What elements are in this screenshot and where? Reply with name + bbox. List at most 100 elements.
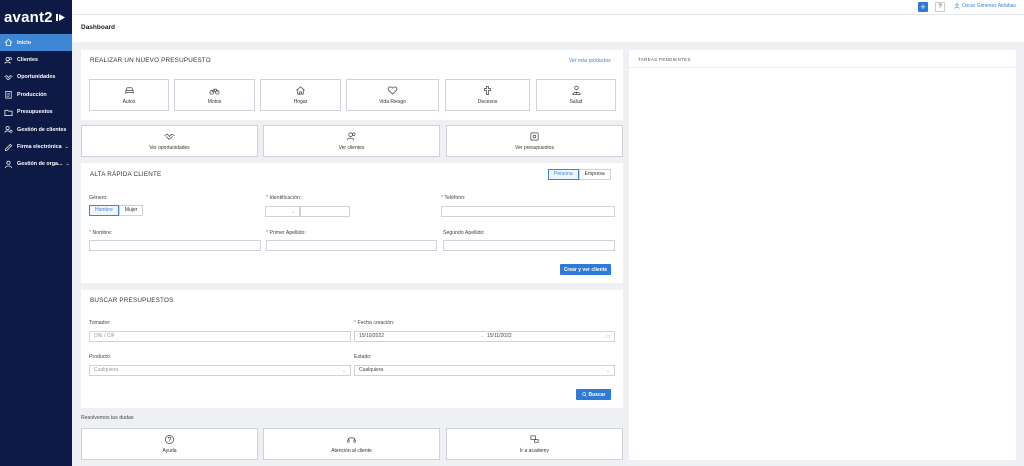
calendar-icon: ▭	[605, 334, 610, 340]
surname1-label: * Primer Apellido:	[266, 230, 306, 236]
quick-link-label: Ver presupuestos	[515, 145, 554, 151]
brand-logo[interactable]: avant2	[0, 0, 72, 34]
cross-icon	[483, 86, 492, 95]
academy-tile[interactable]: Ir a academy	[446, 428, 623, 460]
help-icon	[165, 435, 174, 444]
gender-mujer[interactable]: Mujer	[118, 205, 144, 216]
brand-mark-icon	[55, 9, 65, 26]
sidebar-item-label: Inicio	[17, 39, 32, 46]
identification-input[interactable]	[300, 206, 350, 217]
state-select[interactable]: Cualquiera ⌄	[354, 365, 615, 376]
identification-type-select[interactable]: ⌄	[265, 206, 300, 217]
sidebar-item-gestion-orga[interactable]: Gestión de orga... ⌄	[0, 156, 72, 173]
doubts-item-label: Atención al cliente	[331, 448, 372, 454]
chevron-down-icon: ⌄	[605, 368, 610, 374]
customer-service-tile[interactable]: Atención al cliente	[263, 428, 440, 460]
chevron-down-icon: ⌄	[64, 144, 69, 151]
date-range-input[interactable]: 15/10/2022 → 15/11/2022 ▭	[354, 331, 615, 342]
date-separator: →	[479, 333, 484, 339]
product-tile-autos[interactable]: Autos	[89, 79, 169, 111]
name-label: * Nombre:	[89, 230, 113, 236]
phone-label: * Teléfono:	[441, 195, 466, 201]
product-label: Vida Riesgo	[379, 99, 406, 105]
state-select-value: Cualquiera	[359, 367, 384, 373]
home-icon	[4, 38, 13, 47]
chevron-down-icon: ⌄	[65, 161, 70, 168]
sidebar-item-firma-electronica[interactable]: Firma electrónica ⌄	[0, 138, 72, 155]
view-clients-button[interactable]: Ver clientes	[263, 125, 440, 157]
sidebar-item-produccion[interactable]: Producción	[0, 86, 72, 103]
name-input[interactable]	[89, 240, 261, 251]
surname1-input[interactable]	[266, 240, 437, 251]
handshake-icon	[4, 75, 13, 81]
identification-label: * Identificación:	[266, 195, 302, 201]
view-opportunities-button[interactable]: Ver oportunidades	[81, 125, 258, 157]
client-type-persona[interactable]: Persona	[548, 169, 579, 180]
product-tile-motos[interactable]: Motos	[174, 79, 255, 111]
product-tile-vida-riesgo[interactable]: Vida Riesgo	[346, 79, 439, 111]
sidebar-item-gestion-clientes[interactable]: Gestión de clientes	[0, 121, 72, 138]
gender-hombre[interactable]: Hombre	[89, 205, 119, 216]
tomador-input[interactable]: DNI / CIF	[89, 331, 351, 342]
bike-icon	[209, 88, 220, 95]
tomador-label: Tomador:	[89, 320, 111, 326]
help-button[interactable]: ?	[935, 2, 945, 12]
more-products-link[interactable]: Ver más productos	[569, 58, 611, 64]
search-button[interactable]: Buscar	[576, 389, 611, 400]
product-label: Decesos	[477, 99, 498, 105]
sidebar-item-label: Producción	[17, 91, 47, 98]
handshake-icon	[164, 133, 175, 140]
client-type-empresa[interactable]: Empresa	[578, 169, 611, 180]
surname2-input[interactable]	[443, 240, 615, 251]
search-quotes-card: BUSCAR PRESUPUESTOS Tomador: DNI / CIF *…	[81, 290, 623, 408]
document-icon	[530, 132, 539, 141]
chevron-down-icon: ⌄	[341, 368, 346, 374]
surname2-label: Segundo Apellido:	[443, 230, 485, 236]
add-button[interactable]: +	[918, 2, 928, 12]
pending-tasks-panel: TAREAS PENDIENTES	[629, 50, 1016, 460]
sidebar-item-label: Oportunidades	[17, 74, 56, 81]
gender-label: Género:	[89, 195, 108, 201]
product-tile-decesos[interactable]: Decesos	[445, 79, 530, 111]
user-menu[interactable]: Oscar Gimenez Aldabas	[954, 3, 1016, 9]
sidebar-item-oportunidades[interactable]: Oportunidades	[0, 69, 72, 86]
sidebar-item-presupuestos[interactable]: Presupuestos	[0, 104, 72, 121]
new-quote-title: REALIZAR UN NUEVO PRESUPUESTO	[90, 57, 211, 64]
sidebar-item-label: Firma electrónica	[17, 144, 62, 151]
page-header: Dashboard	[72, 15, 1024, 42]
quick-link-label: Ver clientes	[338, 145, 365, 151]
search-icon	[581, 392, 587, 397]
date-label: * Fecha creación:	[354, 320, 395, 326]
product-label: Salud	[569, 99, 583, 105]
sidebar-item-label: Gestión de orga...	[17, 161, 63, 168]
brand-name: avant2	[4, 8, 53, 26]
user-cog-icon	[4, 126, 13, 133]
doubts-item-label: Ir a academy	[520, 448, 549, 454]
phone-input[interactable]	[441, 206, 615, 217]
pending-tasks-title: TAREAS PENDIENTES	[638, 57, 691, 62]
product-tile-salud[interactable]: Salud	[536, 79, 616, 111]
sidebar-item-inicio[interactable]: Inicio	[0, 34, 72, 52]
product-select-value: Cualquiera	[94, 367, 119, 373]
top-bar: + ? Oscar Gimenez Aldabas	[72, 0, 1024, 15]
health-icon	[571, 85, 581, 95]
create-client-button[interactable]: Crear y ver cliente	[560, 264, 611, 275]
sidebar-item-label: Presupuestos	[17, 109, 53, 116]
new-quote-card: REALIZAR UN NUEVO PRESUPUESTO Ver más pr…	[81, 50, 623, 120]
user-icon	[954, 3, 960, 9]
heart-icon	[387, 86, 398, 95]
view-quotes-button[interactable]: Ver presupuestos	[446, 125, 623, 157]
product-select[interactable]: Cualquiera ⌄	[89, 365, 351, 376]
quick-client-card: ALTA RÁPIDA CLIENTE Persona Empresa Géne…	[81, 163, 623, 283]
sidebar-item-clientes[interactable]: Clientes	[0, 51, 72, 68]
client-type-toggle: Persona Empresa	[548, 169, 611, 180]
user-name: Oscar Gimenez Aldabas	[962, 3, 1016, 9]
headset-icon	[347, 437, 356, 443]
product-tile-hogar[interactable]: Hogar	[260, 79, 341, 111]
help-tile[interactable]: Ayuda	[81, 428, 258, 460]
users-icon	[4, 56, 12, 64]
folder-icon	[4, 109, 13, 116]
academy-icon	[530, 435, 539, 443]
sidebar-item-label: Clientes	[17, 57, 38, 64]
search-button-label: Buscar	[588, 391, 606, 398]
